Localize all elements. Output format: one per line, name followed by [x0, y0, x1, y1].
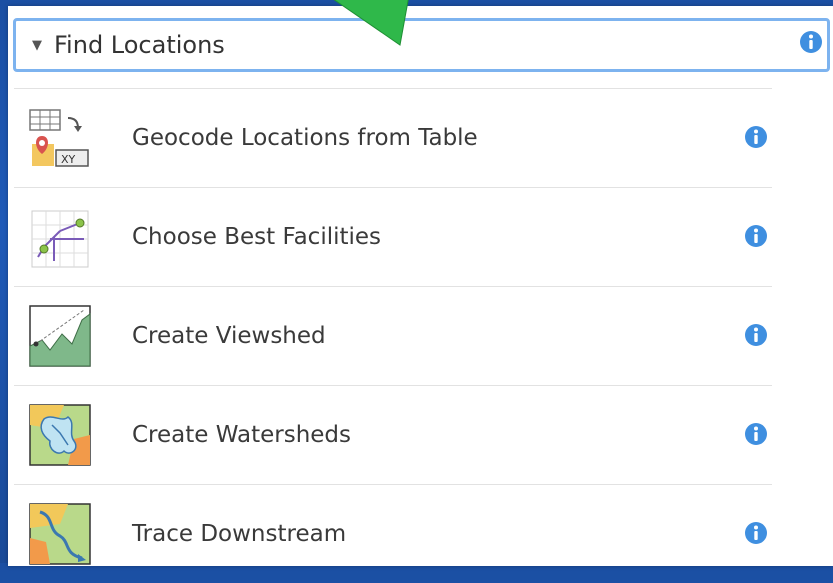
- find-locations-header[interactable]: ▼ Find Locations: [13, 18, 830, 72]
- info-icon[interactable]: [799, 30, 823, 58]
- info-icon[interactable]: [744, 521, 768, 549]
- trace-downstream-icon: [24, 498, 96, 570]
- tool-label: Trace Downstream: [132, 521, 347, 547]
- tool-label: Choose Best Facilities: [132, 224, 382, 250]
- tool-item-choose-best-facilities[interactable]: Choose Best Facilities: [14, 187, 772, 286]
- viewshed-icon: [24, 300, 96, 372]
- green-pointer-arrow: [333, 0, 409, 46]
- tool-list: XY Geocode Locations from Table Choose B…: [14, 88, 772, 583]
- tool-item-create-watersheds[interactable]: Create Watersheds: [14, 385, 772, 484]
- watersheds-icon: [24, 399, 96, 471]
- info-icon[interactable]: [744, 323, 768, 351]
- info-icon[interactable]: [744, 422, 768, 450]
- tool-item-trace-downstream[interactable]: Trace Downstream: [14, 484, 772, 583]
- tool-label: Create Viewshed: [132, 323, 326, 349]
- info-icon[interactable]: [744, 224, 768, 252]
- svg-text:XY: XY: [61, 153, 76, 166]
- tool-item-geocode-locations-from-table[interactable]: XY Geocode Locations from Table: [14, 88, 772, 187]
- tool-label: Geocode Locations from Table: [132, 125, 478, 151]
- geocode-table-icon: XY: [24, 102, 96, 174]
- info-icon[interactable]: [744, 125, 768, 153]
- caret-down-icon: ▼: [32, 37, 42, 53]
- section-title: Find Locations: [54, 31, 225, 59]
- tool-label: Create Watersheds: [132, 422, 352, 448]
- tool-item-create-viewshed[interactable]: Create Viewshed: [14, 286, 772, 385]
- best-facilities-icon: [24, 201, 96, 273]
